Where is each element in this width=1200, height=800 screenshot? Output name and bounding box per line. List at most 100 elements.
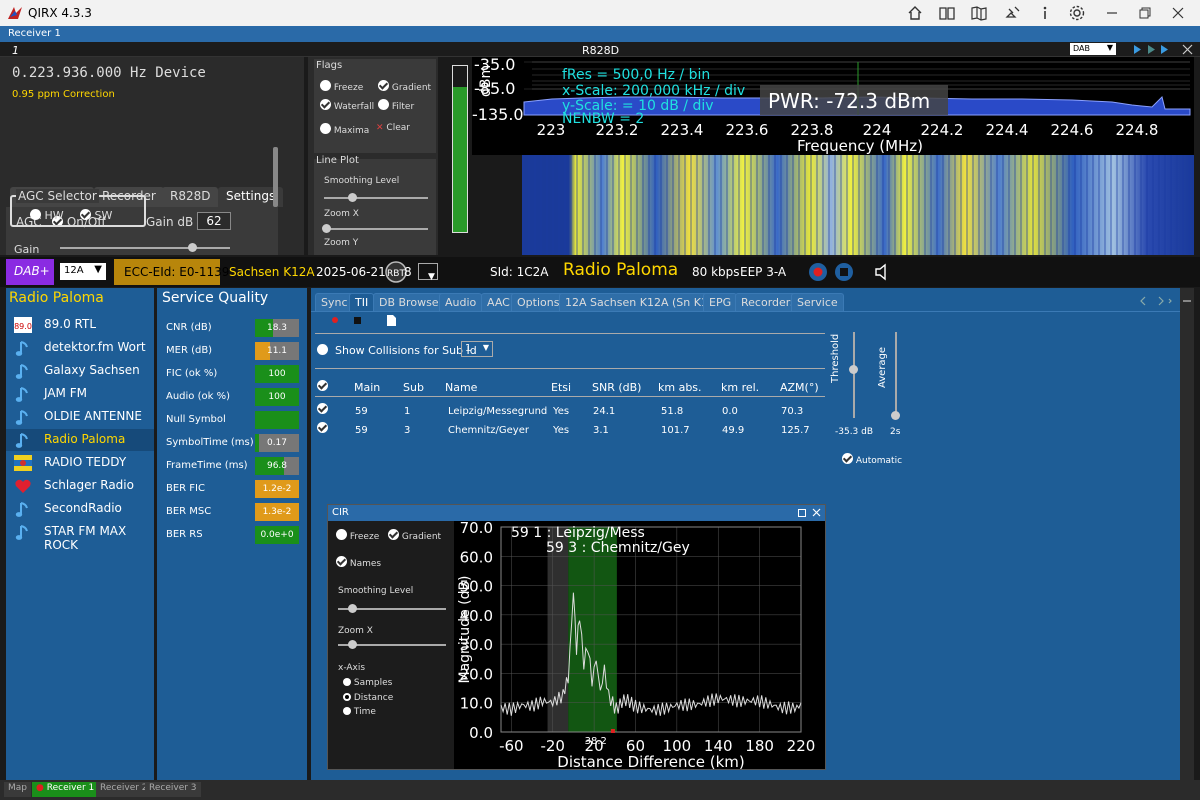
tab-scroll-icon[interactable] [1139,295,1173,307]
home-icon[interactable] [906,4,924,22]
freeze-checkbox[interactable]: Freeze [320,80,363,93]
tab-receiver-1[interactable]: ● Receiver 1 [32,782,99,797]
row-checkbox[interactable] [317,403,328,416]
map-icon[interactable] [970,4,988,22]
stop-small-icon[interactable] [354,317,361,324]
station-item[interactable]: Radio Paloma [6,429,154,451]
spectrum-plot[interactable]: -35.0 -85.0 -135.0 dBm 223 223.2 223.4 2… [472,57,1194,155]
check-icon [320,99,331,110]
expand-dropdown[interactable]: ▼ [418,263,438,282]
filter-checkbox[interactable]: Filter [378,99,414,112]
table-header[interactable]: km rel. [721,381,759,394]
speaker-icon[interactable] [874,263,892,281]
table-row[interactable]: 59 3 Chemnitz/Geyer Yes 3.1 101.7 49.9 125.7 [311,422,826,441]
gain-slider-knob[interactable] [188,243,197,252]
minimize-icon[interactable] [1104,5,1120,21]
settings-scrollbar[interactable] [273,147,278,207]
tab-receiver-2[interactable]: Receiver 2 [96,782,152,797]
sub-id-select[interactable]: 1 ▼ [461,341,493,357]
close-receiver-icon[interactable] [1182,44,1193,55]
gear-icon[interactable] [1068,4,1086,22]
gain-slider[interactable] [60,247,230,249]
tab-epg[interactable]: EPG [703,293,738,311]
cir-zoom-x-knob[interactable] [348,640,357,649]
info-icon[interactable] [1036,4,1054,22]
sw-radio[interactable]: SW [80,209,112,222]
cir-smoothing-knob[interactable] [348,604,357,613]
gradient-checkbox[interactable]: Gradient [378,80,431,93]
cir-names-checkbox[interactable]: Names [336,556,381,569]
table-header[interactable]: AZM(°) [780,381,819,394]
clear-button[interactable]: ✕ Clear [376,123,410,133]
station-item[interactable]: Schlager Radio [6,475,154,497]
station-item[interactable]: STAR FM MAX ROCK [6,521,154,552]
tab-tii[interactable]: TII [349,293,375,311]
cir-freeze-checkbox[interactable]: Freeze [336,529,379,542]
table-cell: Yes [553,425,570,436]
waterfall-display[interactable] [522,155,1194,255]
main-scrollbar[interactable] [1180,288,1194,780]
smoothing-slider[interactable] [324,197,428,199]
channel-select[interactable]: 12A ▼ [60,263,106,280]
table-header[interactable]: SNR (dB) [592,381,641,394]
maximize-icon[interactable] [798,509,806,517]
select-all-checkbox[interactable] [317,380,328,393]
row-checkbox[interactable] [317,422,328,435]
tab-db-browser[interactable]: DB Browser [373,293,450,311]
cir-y-tick: 0.0 [469,724,493,742]
samples-radio[interactable]: Samples [343,678,392,688]
table-cell: 101.7 [661,425,690,436]
station-item[interactable]: detektor.fm Wort [6,337,154,359]
satellite-icon[interactable] [1004,4,1022,22]
distance-radio[interactable]: Distance [343,693,393,703]
table-row[interactable]: 59 1 Leipzig/Messegrund Yes 24.1 51.8 0.0 70.3 [311,403,826,422]
tab-r828d[interactable]: R828D [162,187,219,207]
tab-receiver-3[interactable]: Receiver 3 [145,782,201,797]
cir-chart[interactable]: 0.010.020.030.040.050.060.070.0-60 -20 20 6… [455,521,825,769]
table-cell: Chemnitz/Geyer [448,425,529,436]
file-icon[interactable] [386,314,397,327]
station-item[interactable]: RADIO TEDDY [6,452,154,474]
hw-radio[interactable]: HW [30,209,64,222]
station-item[interactable]: OLDIE ANTENNE [6,406,154,428]
book-icon[interactable] [938,4,956,22]
table-header[interactable]: Etsi [551,381,571,394]
tab-service[interactable]: Service [791,293,844,311]
cir-titlebar: CIR [328,505,825,521]
time-radio[interactable]: Time [343,707,376,717]
average-slider[interactable] [895,332,897,418]
gain-db-input[interactable]: 62 [197,212,231,230]
smoothing-knob[interactable] [348,193,357,202]
automatic-checkbox[interactable]: Automatic [842,453,902,466]
tab-audio[interactable]: Audio [439,293,483,311]
mode-select[interactable]: DAB ▼ [1070,43,1116,55]
quality-label: CNR (dB) [166,322,212,333]
tab-options[interactable]: Options [511,293,566,311]
close-icon[interactable] [1170,5,1186,21]
tab-map[interactable]: Map [4,782,31,797]
threshold-knob[interactable] [849,365,858,374]
zoom-x-slider[interactable] [324,228,428,230]
zoom-x-knob[interactable] [322,224,331,233]
record-icon[interactable] [808,262,828,282]
station-item[interactable]: SecondRadio [6,498,154,520]
restore-icon[interactable] [1137,5,1153,21]
table-header[interactable]: Main [354,381,380,394]
tab-sync[interactable]: Sync [315,293,354,311]
stop-icon[interactable] [834,262,854,282]
threshold-slider[interactable] [853,332,855,418]
cir-close-icon[interactable] [812,508,821,517]
table-header[interactable]: Name [445,381,477,394]
cir-gradient-checkbox[interactable]: Gradient [388,529,441,542]
station-item[interactable]: JAM FM [6,383,154,405]
table-header[interactable]: km abs. [658,381,702,394]
station-item[interactable]: Galaxy Sachsen [6,360,154,382]
waterfall-checkbox[interactable]: Waterfall [320,99,374,112]
show-collisions-checkbox[interactable] [317,344,328,357]
average-knob[interactable] [891,411,900,420]
maxima-checkbox[interactable]: Maxima [320,123,369,136]
table-header[interactable]: Sub [403,381,424,394]
play-controls-icon[interactable] [1132,44,1172,55]
station-item[interactable]: 89.0 89.0 RTL [6,314,154,336]
record-dot-icon[interactable] [331,316,339,324]
